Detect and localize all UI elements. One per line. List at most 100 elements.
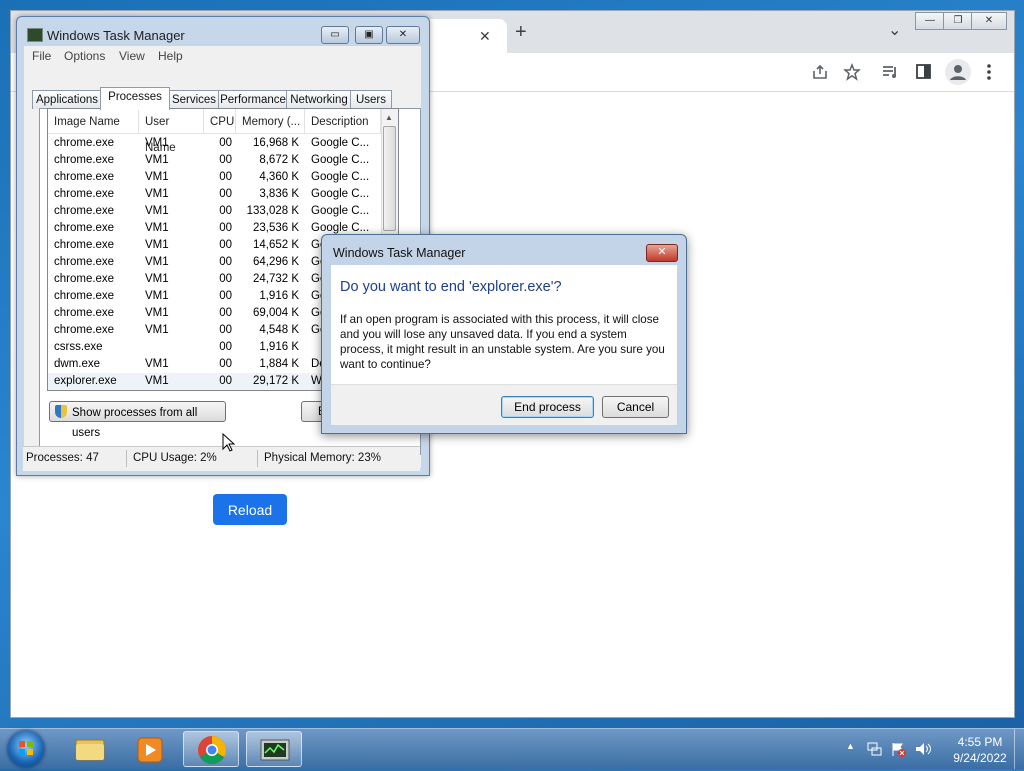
start-button[interactable] — [8, 731, 44, 767]
tab-performance[interactable]: Performance — [218, 90, 288, 109]
cell-mem: 24,732 K — [252, 273, 299, 285]
cell-image: chrome.exe — [54, 205, 115, 217]
taskbar-chrome[interactable] — [183, 731, 239, 767]
cell-cpu: 00 — [219, 273, 232, 285]
chrome-menu-icon[interactable] — [983, 63, 995, 81]
cell-desc: Google C... — [311, 188, 370, 200]
bookmark-star-icon[interactable] — [843, 63, 861, 81]
cell-mem: 1,916 K — [259, 290, 299, 302]
taskbar-media-player[interactable] — [122, 731, 178, 767]
cell-user: VM1 — [145, 375, 169, 387]
taskbar: ▲ 4:55 PM 9/24/2022 — [0, 728, 1024, 769]
show-hidden-icons-icon[interactable]: ▲ — [846, 741, 855, 751]
cell-user: VM1 — [145, 324, 169, 336]
cell-mem: 3,836 K — [259, 188, 299, 200]
person-icon — [950, 65, 966, 80]
cell-user: VM1 — [145, 358, 169, 370]
cell-cpu: 00 — [219, 239, 232, 251]
taskbar-explorer[interactable] — [62, 731, 118, 767]
process-row[interactable]: chrome.exe VM1 00 8,672 K Google C... — [48, 152, 381, 169]
task-manager-app-icon — [27, 28, 43, 42]
network-icon[interactable] — [866, 741, 882, 757]
cell-cpu: 00 — [219, 375, 232, 387]
cell-image: chrome.exe — [54, 273, 115, 285]
column-image-name[interactable]: Image Name — [48, 109, 139, 133]
chrome-maximize-button[interactable]: ❐ — [943, 12, 973, 30]
cell-cpu: 00 — [219, 290, 232, 302]
menu-file[interactable]: File — [32, 49, 51, 63]
explorer-folder-icon — [75, 739, 105, 761]
show-all-processes-button[interactable]: Show processes from all users — [49, 401, 226, 439]
cell-cpu: 00 — [219, 154, 232, 166]
end-process-button[interactable]: End process — [501, 396, 594, 418]
tm-minimize-button[interactable]: ▭ — [321, 26, 349, 44]
cell-user: VM1 — [145, 171, 169, 183]
column-memory[interactable]: Memory (... — [236, 109, 305, 133]
clock-date[interactable]: 9/24/2022 — [945, 751, 1015, 765]
cell-mem: 133,028 K — [246, 205, 299, 217]
reading-list-icon[interactable] — [881, 63, 899, 81]
tab-processes[interactable]: Processes — [100, 87, 170, 110]
cell-image: csrss.exe — [54, 341, 103, 353]
dialog-message: If an open program is associated with th… — [340, 313, 665, 371]
tab-applications[interactable]: Applications — [32, 90, 102, 109]
cell-user: VM1 — [145, 256, 169, 268]
cancel-button[interactable]: Cancel — [602, 396, 669, 418]
profile-avatar[interactable] — [945, 59, 971, 85]
status-cpu: CPU Usage: 2% — [133, 452, 217, 464]
side-panel-icon[interactable] — [915, 63, 933, 81]
action-center-flag-icon[interactable] — [890, 741, 906, 757]
tm-maximize-button[interactable]: ▣ — [355, 26, 383, 44]
cell-mem: 14,652 K — [252, 239, 299, 251]
cell-mem: 4,360 K — [259, 171, 299, 183]
process-row[interactable]: chrome.exe VM1 00 133,028 K Google C... — [48, 203, 381, 220]
dialog-body: Do you want to end 'explorer.exe'? If an… — [331, 265, 677, 384]
uac-shield-icon — [55, 405, 67, 418]
chrome-close-button[interactable]: ✕ — [971, 12, 1007, 30]
dialog-close-button[interactable]: ✕ — [646, 244, 678, 262]
status-processes: Processes: 47 — [26, 452, 99, 464]
cell-image: chrome.exe — [54, 154, 115, 166]
tab-users[interactable]: Users — [350, 90, 392, 109]
reload-button[interactable]: Reload — [213, 494, 287, 525]
cell-user: VM1 — [145, 188, 169, 200]
show-desktop-button[interactable] — [1014, 729, 1024, 769]
dialog-title: Windows Task Manager — [333, 246, 466, 260]
tm-close-button[interactable]: ✕ — [386, 26, 420, 44]
tab-close-icon[interactable]: ✕ — [479, 28, 491, 44]
column-user-name[interactable]: User Name — [139, 109, 204, 154]
share-icon[interactable] — [811, 63, 829, 81]
tab-services[interactable]: Services — [168, 90, 220, 109]
scroll-up-arrow-icon[interactable]: ▲ — [385, 113, 393, 122]
cell-mem: 1,916 K — [259, 341, 299, 353]
cell-user: VM1 — [145, 205, 169, 217]
cell-user: VM1 — [145, 273, 169, 285]
cell-image: chrome.exe — [54, 256, 115, 268]
menu-options[interactable]: Options — [64, 49, 105, 63]
menu-bar: File Options View Help — [24, 46, 421, 66]
tab-search-chevron-icon[interactable]: ⌄ — [888, 23, 901, 39]
process-row[interactable]: chrome.exe VM1 00 3,836 K Google C... — [48, 186, 381, 203]
volume-icon[interactable] — [914, 741, 932, 757]
column-description[interactable]: Description — [305, 109, 381, 133]
menu-help[interactable]: Help — [158, 49, 183, 63]
process-row[interactable]: chrome.exe VM1 00 16,968 K Google C... — [48, 135, 381, 152]
scrollbar-thumb[interactable] — [383, 126, 396, 231]
menu-view[interactable]: View — [119, 49, 145, 63]
chrome-minimize-button[interactable]: — — [915, 12, 945, 30]
cell-user: VM1 — [145, 137, 169, 149]
column-cpu[interactable]: CPU — [204, 109, 236, 133]
task-manager-title: Windows Task Manager — [47, 28, 185, 43]
cell-cpu: 00 — [219, 222, 232, 234]
end-process-dialog: Windows Task Manager ✕ Do you want to en… — [321, 234, 687, 434]
cell-desc: Google C... — [311, 171, 370, 183]
taskbar-task-manager[interactable] — [246, 731, 302, 767]
cell-user — [145, 339, 203, 356]
dialog-footer: End process Cancel — [331, 384, 677, 425]
new-tab-button[interactable]: + — [515, 22, 527, 42]
tab-networking[interactable]: Networking — [286, 90, 352, 109]
cell-cpu: 00 — [219, 256, 232, 268]
cell-image: chrome.exe — [54, 137, 115, 149]
clock-time[interactable]: 4:55 PM — [945, 735, 1015, 749]
process-row[interactable]: chrome.exe VM1 00 4,360 K Google C... — [48, 169, 381, 186]
